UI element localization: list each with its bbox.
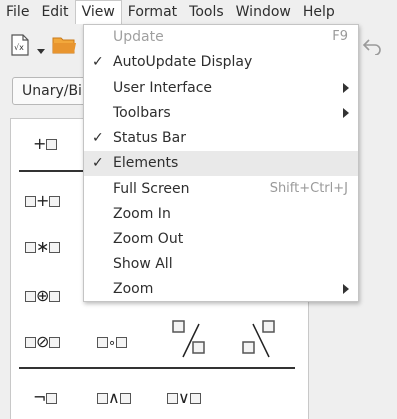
svg-text:√x: √x [14, 43, 24, 52]
menu-item-zoom[interactable]: Zoom [84, 277, 358, 302]
and-sign: ∧ [108, 388, 120, 407]
slash-fraction-icon [172, 320, 205, 358]
unary-plus-element[interactable]: + [33, 134, 58, 153]
menu-format[interactable]: Format [122, 0, 183, 24]
placeholder-box [116, 337, 128, 348]
slash-fraction-element[interactable] [171, 319, 211, 363]
formula-document-icon[interactable]: √x [10, 34, 30, 60]
placeholder-box [25, 291, 36, 302]
plus-sign: + [33, 134, 47, 153]
submenu-arrow-icon [343, 83, 349, 93]
menu-item-user-interface[interactable]: User Interface [84, 76, 358, 101]
menu-item-label: Full Screen [113, 181, 190, 197]
and-element[interactable]: ∧ [97, 388, 131, 407]
placeholder-box [46, 139, 58, 150]
menu-item-label: Toolbars [113, 105, 171, 121]
menu-item-label: Zoom [113, 281, 154, 297]
menu-item-toolbars[interactable]: Toolbars [84, 101, 358, 126]
placeholder-box [49, 291, 61, 302]
not-element[interactable]: ¬ [33, 388, 58, 407]
menu-item-label: Show All [113, 256, 173, 272]
menu-edit[interactable]: Edit [35, 0, 74, 24]
placeholder-box [49, 242, 61, 253]
circle-plus-sign: ⊕ [36, 286, 50, 305]
placeholder-box [119, 393, 131, 404]
menu-item-zoom-out[interactable]: Zoom Out [84, 227, 358, 252]
placeholder-box [97, 393, 108, 404]
menu-item-label: Status Bar [113, 130, 187, 146]
binary-plus-element[interactable]: + [25, 191, 61, 210]
menu-item-elements[interactable]: ✓ Elements [84, 151, 358, 176]
dropdown-arrow-icon[interactable] [37, 43, 45, 59]
multiply-sign: ∗ [36, 237, 50, 256]
menu-file[interactable]: File [0, 0, 35, 24]
shortcut-label: Shift+Ctrl+J [269, 181, 348, 196]
menu-item-label: Elements [113, 155, 179, 171]
circle-slash-sign: ⊘ [36, 332, 50, 351]
circle-plus-element[interactable]: ⊕ [25, 286, 61, 305]
menu-window[interactable]: Window [230, 0, 297, 24]
check-icon: ✓ [92, 155, 104, 171]
menu-item-show-all[interactable]: Show All [84, 252, 358, 277]
plus-sign: + [36, 191, 50, 210]
menubar: File Edit View Format Tools Window Help [0, 0, 397, 24]
ring-sign: ∘ [108, 336, 117, 351]
placeholder-box [49, 337, 61, 348]
not-sign: ¬ [33, 388, 47, 407]
menu-item-update[interactable]: Update F9 [84, 25, 358, 50]
placeholder-box [46, 393, 58, 404]
menu-tools[interactable]: Tools [183, 0, 230, 24]
circle-slash-element[interactable]: ⊘ [25, 332, 61, 351]
placeholder-box [167, 393, 178, 404]
view-menu: Update F9 ✓ AutoUpdate Display User Inte… [83, 24, 359, 302]
open-folder-icon[interactable] [52, 35, 78, 59]
placeholder-box [25, 242, 36, 253]
multiply-element[interactable]: ∗ [25, 237, 61, 256]
menu-help[interactable]: Help [297, 0, 341, 24]
placeholder-box [25, 196, 36, 207]
menu-item-full-screen[interactable]: Full Screen Shift+Ctrl+J [84, 177, 358, 202]
or-sign: ∨ [178, 388, 190, 407]
backslash-fraction-element[interactable] [241, 319, 281, 363]
undo-icon[interactable] [361, 37, 383, 59]
ring-element[interactable]: ∘ [97, 332, 128, 351]
check-icon: ✓ [92, 130, 104, 146]
menu-item-label: AutoUpdate Display [113, 54, 253, 70]
or-element[interactable]: ∨ [167, 388, 201, 407]
submenu-arrow-icon [343, 108, 349, 118]
menu-item-label: Update [113, 29, 164, 45]
menu-item-label: User Interface [113, 80, 213, 96]
menu-item-autoupdate-display[interactable]: ✓ AutoUpdate Display [84, 50, 358, 75]
placeholder-box [189, 393, 201, 404]
shortcut-label: F9 [332, 29, 348, 44]
menu-item-status-bar[interactable]: ✓ Status Bar [84, 126, 358, 151]
menu-item-label: Zoom Out [113, 231, 184, 247]
menu-item-label: Zoom In [113, 206, 171, 222]
menu-item-zoom-in[interactable]: Zoom In [84, 202, 358, 227]
placeholder-box [49, 196, 61, 207]
placeholder-box [97, 337, 108, 348]
menu-view[interactable]: View [74, 0, 122, 24]
placeholder-box [25, 337, 36, 348]
backslash-fraction-icon [242, 320, 275, 358]
separator-rule [19, 367, 295, 369]
submenu-arrow-icon [343, 284, 349, 294]
check-icon: ✓ [92, 54, 104, 70]
